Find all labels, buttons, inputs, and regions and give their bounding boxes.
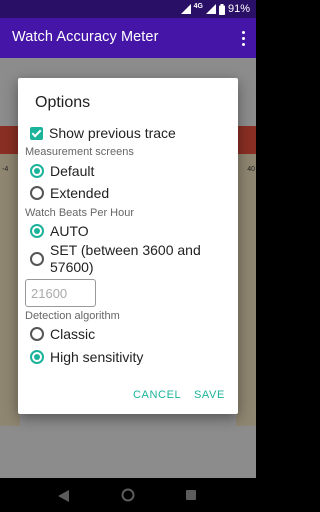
- battery-icon: [218, 3, 225, 15]
- radio-set-row[interactable]: SET (between 3600 and 57600): [30, 242, 230, 282]
- home-icon[interactable]: [121, 488, 135, 502]
- cancel-button[interactable]: CANCEL: [133, 389, 181, 401]
- network-type: 4G: [193, 2, 203, 10]
- show-trace-checkbox-row[interactable]: Show previous trace: [30, 122, 176, 144]
- measurement-screens-label: Measurement screens: [25, 146, 134, 158]
- radio-auto[interactable]: [30, 224, 44, 238]
- radio-classic-row[interactable]: Classic: [30, 323, 95, 345]
- radio-extended-label: Extended: [50, 184, 110, 201]
- radio-classic[interactable]: [30, 327, 44, 341]
- radio-extended-row[interactable]: Extended: [30, 182, 109, 204]
- bph-input-field[interactable]: [25, 279, 96, 307]
- status-icons: 4G 91%: [180, 2, 250, 15]
- radio-classic-label: Classic: [50, 325, 96, 342]
- show-trace-checkbox[interactable]: [30, 126, 43, 140]
- signal-icon: [180, 4, 191, 14]
- radio-default[interactable]: [30, 164, 44, 178]
- overflow-menu-icon[interactable]: [238, 28, 248, 48]
- radio-auto-label: AUTO: [50, 222, 89, 239]
- cell-signal-icon: [205, 4, 216, 14]
- radio-extended[interactable]: [30, 186, 44, 200]
- app-bar: Watch Accuracy Meter: [0, 18, 256, 58]
- status-bar: 4G 91%: [0, 0, 256, 18]
- radio-default-label: Default: [50, 162, 95, 179]
- bph-label: Watch Beats Per Hour: [25, 207, 135, 219]
- show-trace-label: Show previous trace: [49, 124, 176, 141]
- meter-scale-right: 40: [247, 166, 255, 173]
- radio-default-row[interactable]: Default: [30, 160, 94, 182]
- back-icon[interactable]: [58, 489, 69, 507]
- radio-high-sensitivity-row[interactable]: High sensitivity: [30, 346, 143, 368]
- navigation-bar: [0, 478, 256, 512]
- radio-high-sensitivity[interactable]: [30, 350, 44, 364]
- dialog-title: Options: [35, 94, 91, 111]
- meter-scale-left: -4: [2, 166, 9, 173]
- save-button[interactable]: SAVE: [194, 389, 225, 401]
- options-dialog: Options Show previous trace Measurement …: [18, 78, 238, 414]
- battery-percent: 91%: [227, 3, 250, 15]
- radio-set-label: SET (between 3600 and 57600): [50, 242, 201, 275]
- detection-algorithm-label: Detection algorithm: [25, 310, 120, 322]
- radio-high-sensitivity-label: High sensitivity: [50, 348, 144, 365]
- radio-auto-row[interactable]: AUTO: [30, 220, 89, 242]
- radio-set[interactable]: [30, 252, 44, 266]
- app-title: Watch Accuracy Meter: [12, 29, 159, 45]
- recents-icon[interactable]: [186, 490, 196, 500]
